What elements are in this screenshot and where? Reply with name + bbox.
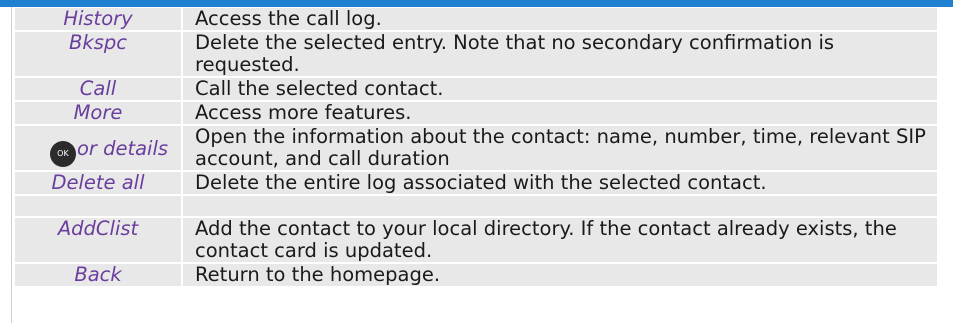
key-description: Access more features. — [182, 101, 937, 126]
key-description: Return to the homepage. — [182, 263, 937, 288]
ok-button-icon: OK — [49, 141, 76, 167]
key-label-with-icon: OK or details — [15, 125, 183, 172]
key-label: AddClist — [15, 217, 183, 264]
key-description — [182, 195, 937, 218]
key-description: Call the selected contact. — [182, 77, 937, 102]
table-row: Delete all Delete the entire log associa… — [15, 171, 937, 196]
key-label: Bkspc — [15, 31, 183, 78]
key-label — [15, 195, 183, 218]
key-label: Call — [15, 77, 183, 102]
softkey-table: History Access the call log. Bkspc Delet… — [15, 8, 937, 288]
key-label: or details — [76, 137, 169, 160]
key-description: Access the call log. — [182, 8, 937, 32]
key-label: Back — [15, 263, 183, 288]
key-label: Delete all — [15, 171, 183, 196]
table-row: Back Return to the homepage. — [15, 263, 937, 288]
key-label: More — [15, 101, 183, 126]
key-description: Delete the entire log associated with th… — [182, 171, 937, 196]
table-row: AddClist Add the contact to your local d… — [15, 217, 937, 264]
key-description: Add the contact to your local directory.… — [182, 217, 937, 264]
header-accent-bar — [0, 0, 953, 7]
table-row: More Access more features. — [15, 101, 937, 126]
key-description: Delete the selected entry. Note that no … — [182, 31, 937, 78]
key-label: History — [15, 8, 183, 32]
table-row: OK or details Open the information about … — [15, 125, 937, 172]
key-description: Open the information about the contact: … — [182, 125, 937, 172]
left-margin-rule — [11, 7, 12, 323]
table-row — [15, 195, 937, 218]
table-row: History Access the call log. — [15, 8, 937, 32]
table-row: Call Call the selected contact. — [15, 77, 937, 102]
table-row: Bkspc Delete the selected entry. Note th… — [15, 31, 937, 78]
